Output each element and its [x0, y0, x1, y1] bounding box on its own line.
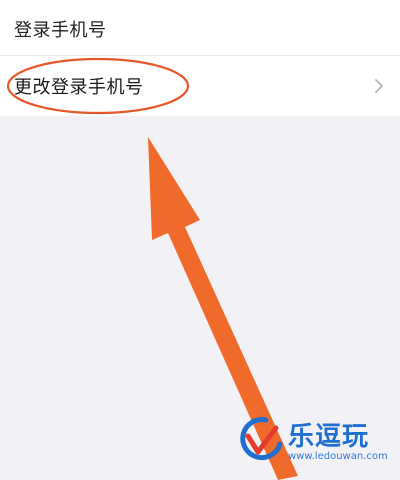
change-login-phone-row[interactable]: 更改登录手机号: [0, 56, 400, 116]
login-phone-label: 登录手机号: [14, 20, 107, 41]
watermark-url: www.ledouwan.com: [288, 451, 388, 462]
change-login-phone-label: 更改登录手机号: [14, 77, 144, 98]
watermark-brand-name: 乐逗玩: [288, 422, 370, 452]
settings-list: 登录手机号 更改登录手机号: [0, 0, 400, 116]
login-phone-row: 登录手机号: [0, 0, 400, 56]
chevron-right-icon: [375, 79, 383, 93]
watermark: 乐逗玩 www.ledouwan.com: [236, 414, 396, 474]
brand-logo-icon: [240, 417, 283, 461]
